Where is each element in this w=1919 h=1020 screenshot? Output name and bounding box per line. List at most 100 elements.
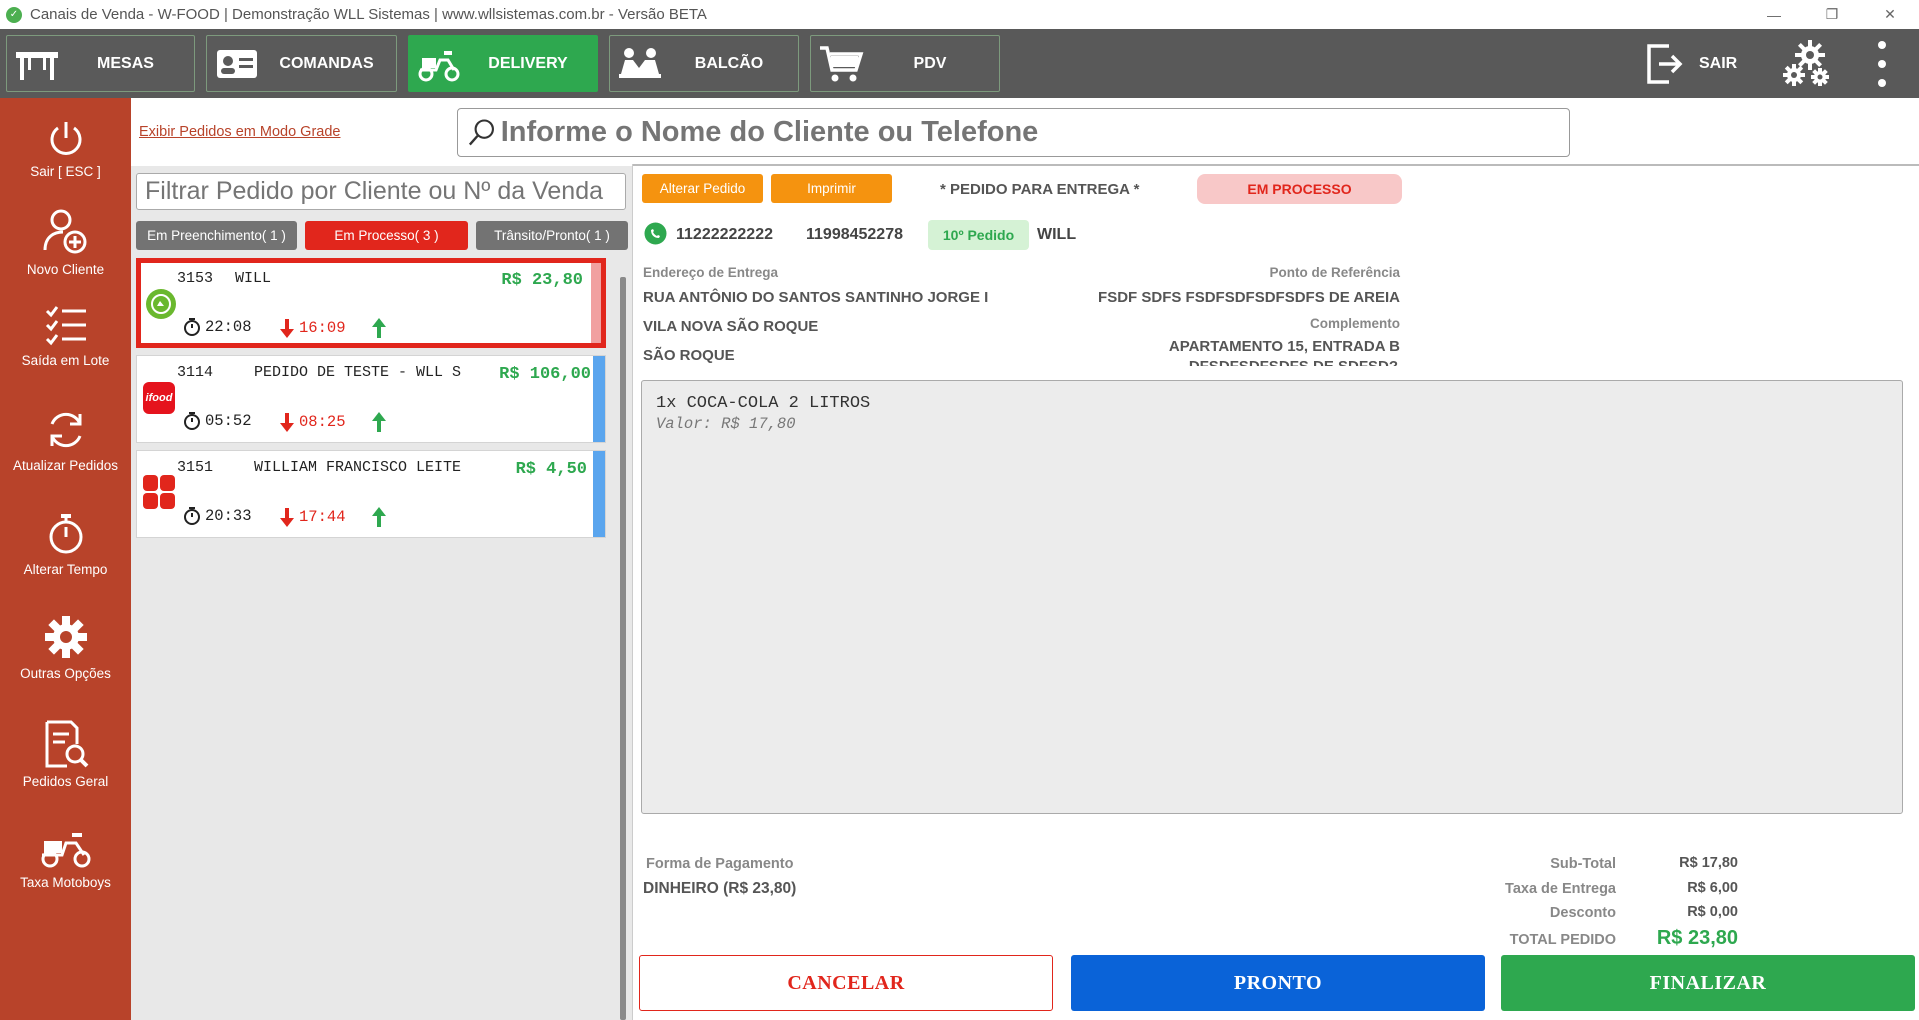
- gear-icon: [0, 614, 131, 660]
- order-card[interactable]: 3153 WILL R$ 23,80 22:08 16:09: [136, 258, 606, 348]
- top-navigation: MESAS COMANDAS DELIVERY BALCÃO PDV SAIR: [0, 29, 1919, 98]
- nav-comandas-label: COMANDAS: [279, 54, 374, 72]
- arrow-down-icon: [280, 508, 294, 527]
- scooter-icon: [409, 46, 469, 82]
- address-label: Endereço de Entrega: [643, 265, 779, 280]
- nav-delivery-button[interactable]: DELIVERY: [408, 35, 598, 92]
- tab-em-processo[interactable]: Em Processo( 3 ): [305, 221, 468, 250]
- finish-button[interactable]: FINALIZAR: [1501, 955, 1915, 1011]
- discount-label: Desconto: [1549, 905, 1616, 921]
- nav-comandas-button[interactable]: COMANDAS: [206, 35, 397, 92]
- discount-value: R$ 0,00: [1687, 904, 1738, 920]
- order-time-value: 20:33: [205, 507, 252, 525]
- sidebar-item-alterar-tempo[interactable]: Alterar Tempo: [0, 512, 131, 577]
- order-card[interactable]: ifood 3114 PEDIDO DE TESTE - WLL S R$ 10…: [136, 355, 606, 443]
- ready-button[interactable]: PRONTO: [1071, 955, 1485, 1011]
- sidebar-item-label: Sair [ ESC ]: [30, 164, 101, 179]
- search-icon: [468, 118, 494, 145]
- order-type-label: * PEDIDO PARA ENTREGA *: [940, 181, 1140, 198]
- total-value: R$ 23,80: [1656, 927, 1738, 949]
- scooter-icon: [0, 829, 131, 869]
- customer-phone-1: 11222222222: [676, 226, 773, 243]
- complement-container: APARTAMENTO 15, ENTRADA B DFSDFSDFSDFS D…: [1140, 336, 1400, 366]
- order-filter-input[interactable]: [136, 173, 626, 210]
- settings-gear-icon[interactable]: [1780, 37, 1834, 96]
- complement-value-2: DFSDFSDFSDFS DE SDFSD?: [1189, 358, 1398, 366]
- sidebar-item-saida-lote[interactable]: Saída em Lote: [0, 303, 131, 368]
- sidebar-item-novo-cliente[interactable]: Novo Cliente: [0, 206, 131, 277]
- order-items-box: 1x COCA-COLA 2 LITROS Valor: R$ 17,80: [641, 380, 1903, 814]
- order-late-time: 17:44: [279, 506, 346, 528]
- order-status-stripe: [591, 263, 601, 343]
- whatsapp-icon[interactable]: [643, 221, 668, 246]
- reference-label: Ponto de Referência: [1269, 265, 1400, 280]
- cancel-button[interactable]: CANCELAR: [639, 955, 1053, 1011]
- complement-label: Complemento: [1309, 316, 1400, 331]
- stopwatch-icon: [184, 412, 200, 430]
- stopwatch-icon: [0, 512, 131, 556]
- minimize-button[interactable]: —: [1745, 0, 1803, 29]
- sidebar-item-taxa-motoboys[interactable]: Taxa Motoboys: [0, 829, 131, 890]
- nav-delivery-label: DELIVERY: [488, 54, 568, 72]
- restore-button[interactable]: ❐: [1803, 0, 1861, 29]
- sidebar-item-label: Taxa Motoboys: [20, 875, 111, 890]
- sidebar-item-label: Pedidos Geral: [22, 774, 109, 789]
- divider: [633, 164, 1919, 166]
- tab-transito-pronto[interactable]: Trânsito/Pronto( 1 ): [476, 221, 628, 250]
- cart-icon: [811, 44, 871, 84]
- table-icon: [7, 46, 67, 82]
- edit-order-button[interactable]: Alterar Pedido: [642, 174, 763, 203]
- sidebar-item-sair[interactable]: Sair [ ESC ]: [0, 118, 131, 179]
- order-late-time: 08:25: [279, 411, 346, 433]
- add-user-icon: [0, 206, 131, 256]
- sidebar-item-atualizar[interactable]: Atualizar Pedidos: [0, 408, 131, 473]
- nav-mesas-button[interactable]: MESAS: [6, 35, 195, 92]
- customer-search-box[interactable]: [457, 108, 1570, 157]
- stopwatch-icon: [184, 318, 200, 336]
- sidebar-item-outras-opcoes[interactable]: Outras Opções: [0, 614, 131, 681]
- nav-balcao-button[interactable]: BALCÃO: [609, 35, 799, 92]
- power-icon: [0, 118, 131, 158]
- refresh-icon: [0, 408, 131, 452]
- nav-pdv-button[interactable]: PDV: [810, 35, 1000, 92]
- order-price: R$ 23,80: [501, 271, 583, 290]
- address-line-2: VILA NOVA SÃO ROQUE: [643, 318, 819, 335]
- subtotal-value: R$ 17,80: [1679, 855, 1738, 871]
- logout-button[interactable]: SAIR: [1645, 39, 1737, 89]
- more-options-icon[interactable]: [1877, 41, 1887, 87]
- order-price: R$ 4,50: [515, 460, 587, 479]
- ifood-icon: ifood: [143, 382, 175, 414]
- payment-label: Forma de Pagamento: [646, 856, 794, 872]
- subtotal-label: Sub-Total: [1550, 856, 1616, 872]
- arrow-up-icon[interactable]: [371, 411, 387, 433]
- sidebar-item-pedidos-geral[interactable]: Pedidos Geral: [0, 720, 131, 789]
- counter-service-icon: [610, 46, 670, 82]
- sidebar-item-label: Outras Opções: [20, 666, 111, 681]
- address-line-3: SÃO ROQUE: [643, 347, 735, 364]
- divider: [632, 164, 633, 1020]
- order-number: 3151: [177, 459, 214, 476]
- customer-phone-2: 11998452278: [806, 226, 903, 243]
- customer-search-input[interactable]: [500, 116, 1569, 149]
- order-price: R$ 106,00: [499, 365, 591, 384]
- customer-name: WILL: [1037, 226, 1077, 243]
- close-button[interactable]: ✕: [1861, 0, 1919, 29]
- orders-scrollbar[interactable]: [620, 277, 626, 1020]
- order-number: 3114: [177, 364, 214, 381]
- order-elapsed-time: 22:08: [183, 317, 252, 337]
- grid-mode-link[interactable]: Exibir Pedidos em Modo Grade: [139, 124, 341, 140]
- order-time-value: 22:08: [205, 318, 252, 336]
- wfood-icon: [146, 289, 176, 319]
- app-logo-icon: ✓: [6, 6, 22, 23]
- order-time-value: 05:52: [205, 412, 252, 430]
- tab-em-preenchimento[interactable]: Em Preenchimento( 1 ): [136, 221, 297, 250]
- order-late-time: 16:09: [279, 317, 346, 339]
- arrow-up-icon[interactable]: [371, 506, 387, 528]
- order-card[interactable]: 3151 WILLIAM FRANCISCO LEITE R$ 4,50 20:…: [136, 450, 606, 538]
- delivery-apps-icon: [143, 475, 175, 509]
- payment-value: DINHEIRO (R$ 23,80): [643, 880, 797, 897]
- order-customer-name: WILLIAM FRANCISCO LEITE: [254, 459, 462, 476]
- arrow-up-icon[interactable]: [371, 317, 387, 339]
- print-button[interactable]: Imprimir: [771, 174, 892, 203]
- order-elapsed-time: 20:33: [183, 506, 252, 526]
